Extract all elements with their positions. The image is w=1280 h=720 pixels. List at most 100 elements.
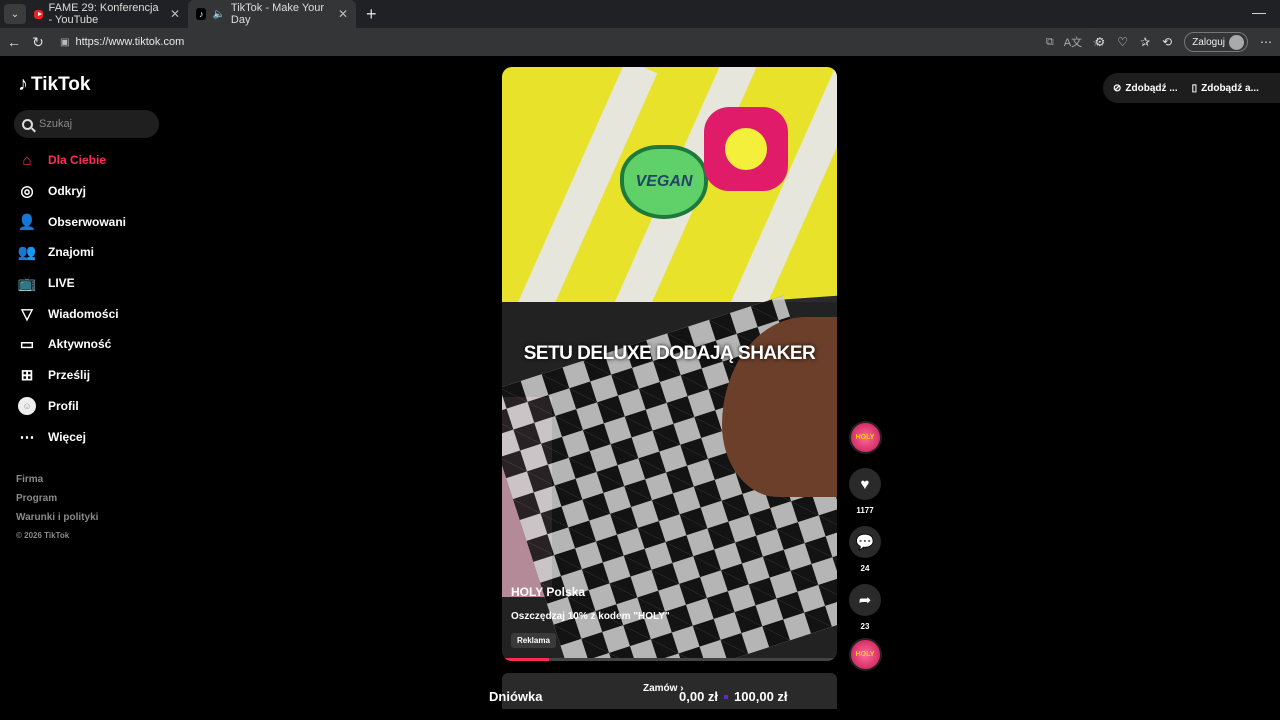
tab-tiktok[interactable]: ♪ 🔈 TikTok - Make Your Day ✕ — [188, 0, 356, 28]
tiktok-logo[interactable]: ♪ TikTok — [18, 73, 90, 96]
reload-icon[interactable]: ↻ — [26, 34, 50, 51]
login-button[interactable]: Zaloguj — [1184, 32, 1248, 52]
compass-icon: ◎ — [20, 183, 34, 201]
close-icon[interactable]: ✕ — [170, 7, 180, 21]
vegan-sticker: VEGAN — [620, 145, 708, 219]
close-icon[interactable]: ✕ — [338, 7, 348, 21]
sticker-text: VEGAN — [635, 173, 693, 190]
sidebar-item-aktywnosc[interactable]: ▭ Aktywność — [18, 329, 126, 360]
profile-icon: ☺ — [18, 396, 36, 415]
back-icon[interactable]: ← — [2, 34, 26, 50]
video-progress-bar[interactable] — [502, 658, 837, 661]
search-icon — [22, 118, 33, 130]
sidebar-item-label: Prześlij — [48, 368, 91, 383]
search-input[interactable]: Szukaj — [14, 110, 159, 138]
browser-toolbar: ← ↻ ▣ https://www.tiktok.com ⧉ A文 ☆ ⚙ ♡ … — [0, 28, 1280, 56]
more-icon: ⋯ — [19, 428, 35, 446]
get-app-label: Zdobądź ... — [1125, 82, 1178, 94]
speaker-icon[interactable]: 🔈 — [212, 9, 224, 20]
sidebar-item-label: LIVE — [48, 276, 75, 291]
get-mobile-app-button[interactable]: ▯ Zdobądź a... — [1192, 83, 1259, 94]
sidebar-item-profil[interactable]: ☺ Profil — [18, 391, 126, 422]
sidebar-item-odkryj[interactable]: ◎ Odkryj — [18, 176, 126, 207]
live-icon: 📺 — [17, 275, 37, 293]
address-bar[interactable]: ▣ https://www.tiktok.com ⧉ A文 ☆ — [52, 31, 1102, 53]
sidebar-item-label: Obserwowani — [48, 214, 127, 229]
price-to: 100,00 zł — [734, 689, 788, 704]
sidebar-item-label: Więcej — [48, 429, 86, 444]
footer-link-firma[interactable]: Firma — [16, 474, 98, 493]
shop-title: Dniówka — [489, 689, 543, 704]
avatar-icon — [1229, 34, 1244, 50]
get-app-bar: ⊘ Zdobądź ... ▯ Zdobądź a... — [1103, 73, 1280, 103]
sidebar-item-dla-ciebie[interactable]: ⌂ Dla Ciebie — [18, 145, 126, 176]
video-player[interactable]: VEGAN SETU DELUXE DODAJĄ SHAKER HOLY Pol… — [502, 67, 837, 661]
tab-search-button[interactable]: ⌄ — [4, 4, 26, 24]
sidebar-item-label: Dla Ciebie — [48, 153, 107, 168]
sidebar-item-przeslij[interactable]: ⊞ Prześlij — [18, 360, 126, 391]
like-button[interactable]: ♥ — [849, 468, 881, 500]
sidebar-item-wiadomosci[interactable]: ▽ Wiadomości — [18, 298, 126, 329]
sidebar-item-znajomi[interactable]: 👥 Znajomi — [18, 237, 126, 268]
tab-title: FAME 29: Konferencja - YouTube — [48, 2, 159, 26]
sidebar-item-label: Znajomi — [48, 245, 95, 260]
logo-text: TikTok — [31, 73, 91, 95]
sidebar-item-label: Wiadomości — [48, 306, 119, 321]
translate-icon[interactable]: A文 — [1064, 34, 1082, 50]
following-icon: 👤 — [17, 213, 37, 231]
sidebar-item-live[interactable]: 📺 LIVE — [18, 268, 126, 299]
author-avatar[interactable]: HOLY — [848, 421, 882, 454]
footer-link-terms[interactable]: Warunki i polityki — [16, 512, 98, 531]
video-author[interactable]: HOLY Polska — [511, 585, 585, 599]
comment-icon: 💬 — [855, 534, 875, 551]
video-actions: HOLY ♥ 1177 💬 24 ➦ 23 HOLY — [848, 421, 882, 671]
video-progress-fill — [502, 658, 549, 661]
tab-youtube[interactable]: FAME 29: Konferencja - YouTube ✕ — [26, 0, 188, 28]
sidebar-item-label: Profil — [48, 398, 79, 413]
get-app-button[interactable]: ⊘ Zdobądź ... — [1113, 83, 1178, 94]
history-icon[interactable]: ⟲ — [1162, 35, 1172, 49]
friends-icon: 👥 — [17, 244, 37, 262]
login-label: Zaloguj — [1192, 36, 1225, 48]
new-tab-button[interactable]: + — [366, 4, 377, 25]
site-info-icon[interactable]: ▣ — [60, 37, 69, 48]
open-app-icon[interactable]: ⧉ — [1046, 36, 1054, 49]
sidebar-item-obserwowani[interactable]: 👤 Obserwowani — [18, 206, 126, 237]
phone-icon: ▯ — [1191, 82, 1198, 94]
share-button[interactable]: ➦ — [849, 584, 881, 616]
home-icon: ⌂ — [22, 151, 32, 169]
sidebar-item-label: Aktywność — [48, 337, 112, 352]
share-count: 23 — [860, 622, 870, 631]
order-label: Zamów — [643, 683, 678, 694]
browser-essentials-icon[interactable]: ♡ — [1117, 35, 1128, 49]
tiktok-note-icon: ♪ — [18, 73, 28, 95]
video-caption: SETU DELUXE DODAJĄ SHAKER — [523, 343, 816, 364]
comment-count: 24 — [860, 564, 870, 573]
messages-icon: ▽ — [21, 305, 33, 323]
activity-icon: ▭ — [19, 336, 35, 354]
upload-icon: ⊞ — [20, 367, 34, 385]
youtube-icon — [34, 9, 43, 19]
tiktok-page: ♪ TikTok Szukaj ⌂ Dla Ciebie ◎ Odkryj 👤 … — [0, 56, 1280, 720]
pineapple-sticker — [704, 107, 788, 191]
comment-button[interactable]: 💬 — [849, 526, 881, 558]
app-icon: ⊘ — [1113, 82, 1122, 94]
tiktok-icon: ♪ — [196, 8, 207, 20]
like-count: 1177 — [856, 506, 874, 515]
get-app-label: Zdobądź a... — [1201, 82, 1259, 94]
browser-tabstrip: ⌄ FAME 29: Konferencja - YouTube ✕ ♪ 🔈 T… — [0, 0, 1280, 28]
minimize-button[interactable]: — — [1252, 4, 1266, 20]
footer-link-program[interactable]: Program — [16, 493, 98, 512]
more-menu-icon[interactable]: ⋯ — [1260, 35, 1272, 49]
tab-title: TikTok - Make Your Day — [230, 2, 325, 26]
heart-icon: ♥ — [860, 475, 870, 493]
sound-avatar[interactable]: HOLY — [848, 638, 882, 671]
favorites-icon[interactable]: ✰ — [1140, 35, 1150, 49]
url-text: https://www.tiktok.com — [75, 36, 185, 48]
sidebar-item-wiecej[interactable]: ⋯ Więcej — [18, 421, 126, 452]
extensions-icon[interactable]: ⚙ — [1095, 35, 1106, 49]
sidebar-item-label: Odkryj — [48, 184, 87, 199]
order-button[interactable]: Zamów › — [643, 683, 684, 694]
sidebar-nav: ⌂ Dla Ciebie ◎ Odkryj 👤 Obserwowani 👥 Zn… — [18, 145, 126, 452]
price-separator — [724, 695, 729, 699]
